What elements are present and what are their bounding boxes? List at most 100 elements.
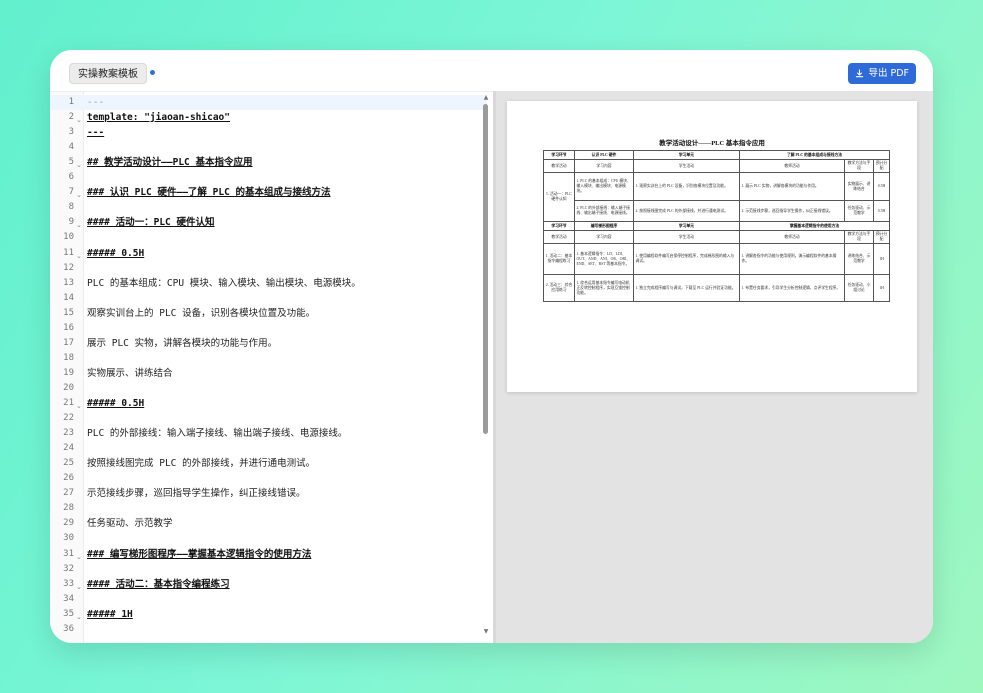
line-number: 10 bbox=[63, 232, 74, 243]
editor-line[interactable]: 34 bbox=[50, 592, 487, 607]
table-cell: 认识 PLC 硬件 bbox=[574, 150, 634, 160]
line-number: 22 bbox=[63, 413, 74, 424]
editor-line[interactable]: 15 观察实训台上的 PLC 设备，识别各模块位置及功能。 bbox=[50, 306, 487, 321]
table-cell: 学习内容 bbox=[574, 230, 634, 244]
editor-line[interactable]: 12 bbox=[50, 261, 487, 276]
scroll-down-icon[interactable]: ▼ bbox=[482, 628, 490, 635]
editor-line[interactable]: 36 bbox=[50, 622, 487, 637]
table-cell: 学习环节 bbox=[543, 221, 575, 231]
line-text: #### 活动二：基本指令编程练习 bbox=[87, 578, 230, 590]
editor-line[interactable]: 18 bbox=[50, 351, 487, 366]
editor-line[interactable]: 30 bbox=[50, 531, 487, 546]
editor-line[interactable]: 19 实物展示、讲练结合 bbox=[50, 366, 487, 381]
table-cell: 1. 活动二：基本指令编程练习 bbox=[543, 243, 575, 275]
line-text: #### 活动一：PLC 硬件认知 bbox=[87, 217, 215, 229]
editor-line[interactable]: 23 PLC 的外部接线：输入端子接线、输出端子接线、电源接线。 bbox=[50, 426, 487, 441]
table-cell: 1. 综合运用基本指令编写电动机正反转控制程序，实现互锁控制功能。 bbox=[574, 274, 634, 302]
editor-line[interactable]: 32 bbox=[50, 562, 487, 577]
line-text: 示范接线步骤，巡回指导学生操作，纠正接线错误。 bbox=[87, 488, 306, 500]
editor-line[interactable]: 5 ⌄ ## 教学活动设计——PLC 基本指令应用 bbox=[50, 155, 487, 170]
editor-line[interactable]: 16 bbox=[50, 321, 487, 336]
editor-line[interactable]: 21 ⌄ ##### 0.5H bbox=[50, 396, 487, 411]
app-window: 实操教案模板 导出 PDF 1 --- 2 ⌄ template: "jiaoan-sh… bbox=[50, 50, 933, 643]
editor-line[interactable]: 25 按照接线图完成 PLC 的外部接线，并进行通电测试。 bbox=[50, 456, 487, 471]
line-number: 5 bbox=[68, 157, 74, 168]
line-number: 28 bbox=[63, 503, 74, 514]
table-cell: 1. 独立完成程序编写与调试，下载至 PLC 运行并验证功能。 bbox=[632, 274, 741, 302]
editor-line[interactable]: 14 bbox=[50, 291, 487, 306]
table-cell: 讲练结合、示范教学 bbox=[844, 243, 875, 275]
editor-line[interactable]: 28 bbox=[50, 501, 487, 516]
editor-line[interactable]: 3 --- bbox=[50, 125, 487, 140]
line-number: 18 bbox=[63, 352, 74, 363]
editor-line[interactable]: 10 bbox=[50, 230, 487, 245]
table-cell: 1. 布置任务要求，引导学生分析控制逻辑，点评学生程序。 bbox=[739, 274, 846, 302]
table-cell: 1. PLC 的基本组成：CPU 模块、输入模块、输出模块、电源模块。 bbox=[574, 172, 634, 201]
editor-line[interactable]: 11 ⌄ ##### 0.5H bbox=[50, 246, 487, 261]
line-text: ### 编写梯形图程序——掌握基本逻辑指令的使用方法 bbox=[87, 548, 312, 560]
line-number: 19 bbox=[63, 367, 74, 378]
table-cell: 任务驱动、示范教学 bbox=[844, 200, 875, 222]
scroll-up-icon[interactable]: ▲ bbox=[482, 94, 490, 101]
table-cell: 教学活动 bbox=[543, 159, 575, 173]
table-cell: 掌握基本逻辑指令的使用方法 bbox=[739, 221, 891, 231]
editor-line[interactable]: 27 示范接线步骤，巡回指导学生操作，纠正接线错误。 bbox=[50, 486, 487, 501]
line-number: 7 bbox=[68, 187, 74, 198]
line-number: 8 bbox=[68, 202, 74, 213]
preview-page: 教学活动设计——PLC 基本指令应用 学习环节 认识 PLC 硬件 学习单元 了解 P… bbox=[507, 101, 917, 392]
markdown-editor[interactable]: 1 --- 2 ⌄ template: "jiaoan-shicao" 3 --- 4 5 ⌄ ##… bbox=[50, 91, 493, 643]
editor-line[interactable]: 9 ⌄ #### 活动一：PLC 硬件认知 bbox=[50, 215, 487, 230]
editor-line[interactable]: 22 bbox=[50, 411, 487, 426]
editor-line[interactable]: 4 bbox=[50, 140, 487, 155]
line-number: 29 bbox=[63, 518, 74, 529]
line-number: 15 bbox=[63, 307, 74, 318]
document-title: 教学活动设计——PLC 基本指令应用 bbox=[659, 140, 765, 147]
line-text: --- bbox=[87, 127, 105, 139]
line-text: 实物展示、讲练结合 bbox=[87, 367, 173, 379]
line-number: 14 bbox=[63, 292, 74, 303]
editor-line[interactable]: 33 ⌄ #### 活动二：基本指令编程练习 bbox=[50, 577, 487, 592]
editor-line[interactable]: 13 PLC 的基本组成：CPU 模块、输入模块、输出模块、电源模块。 bbox=[50, 276, 487, 291]
export-pdf-button[interactable]: 导出 PDF bbox=[848, 63, 916, 84]
editor-line[interactable]: 29 任务驱动、示范教学 bbox=[50, 516, 487, 531]
editor-line[interactable]: 6 bbox=[50, 170, 487, 185]
line-text: ##### 0.5H bbox=[87, 398, 145, 409]
line-number: 16 bbox=[63, 322, 74, 333]
table-cell: 学习环节 bbox=[543, 150, 575, 160]
editor-line[interactable]: 8 bbox=[50, 200, 487, 215]
editor-line[interactable]: 31 ⌄ ### 编写梯形图程序——掌握基本逻辑指令的使用方法 bbox=[50, 547, 487, 562]
line-number: 30 bbox=[63, 533, 74, 544]
line-text: ## 教学活动设计——PLC 基本指令应用 bbox=[87, 157, 253, 169]
line-number: 25 bbox=[63, 458, 74, 469]
line-number: 31 bbox=[63, 548, 74, 559]
table-cell: 预计分配 bbox=[873, 230, 891, 244]
table-cell: 教学方法与手段 bbox=[844, 230, 875, 244]
line-number: 12 bbox=[63, 262, 74, 273]
editor-line[interactable]: 20 bbox=[50, 381, 487, 396]
table-row: 学习环节 认识 PLC 硬件 学习单元 了解 PLC 的基本组成与接线方法 bbox=[543, 150, 891, 160]
scrollbar-thumb[interactable] bbox=[483, 104, 488, 434]
editor-line[interactable]: 2 ⌄ template: "jiaoan-shicao" bbox=[50, 110, 487, 125]
line-number: 11 bbox=[63, 247, 74, 258]
editor-line[interactable]: 35 ⌄ ##### 1H bbox=[50, 607, 487, 622]
table-cell: 学习单元 bbox=[632, 150, 741, 160]
editor-line[interactable]: 24 bbox=[50, 441, 487, 456]
table-cell: 学生活动 bbox=[632, 230, 741, 244]
export-pdf-label: 导出 PDF bbox=[868, 68, 909, 79]
template-selector-button[interactable]: 实操教案模板 bbox=[69, 63, 147, 84]
editor-line[interactable]: 7 ⌄ ### 认识 PLC 硬件——了解 PLC 的基本组成与接线方法 bbox=[50, 185, 487, 200]
line-number: 4 bbox=[68, 142, 74, 153]
line-number: 17 bbox=[63, 337, 74, 348]
line-text: 任务驱动、示范教学 bbox=[87, 518, 173, 530]
editor-line[interactable]: 26 bbox=[50, 471, 487, 486]
editor-line[interactable]: 17 展示 PLC 实物，讲解各模块的功能与作用。 bbox=[50, 336, 487, 351]
line-text: ### 认识 PLC 硬件——了解 PLC 的基本组成与接线方法 bbox=[87, 187, 331, 199]
editor-line[interactable]: 1 --- bbox=[50, 95, 487, 110]
line-number: 34 bbox=[63, 593, 74, 604]
table-cell: 预计分配 bbox=[873, 159, 891, 173]
editor-scrollbar[interactable]: ▲ ▼ bbox=[482, 92, 490, 643]
line-text: PLC 的外部接线：输入端子接线、输出端子接线、电源接线。 bbox=[87, 428, 348, 440]
table-cell: 学习单元 bbox=[632, 221, 741, 231]
line-text: template: "jiaoan-shicao" bbox=[87, 112, 230, 124]
table-cell: 1H bbox=[873, 274, 891, 302]
